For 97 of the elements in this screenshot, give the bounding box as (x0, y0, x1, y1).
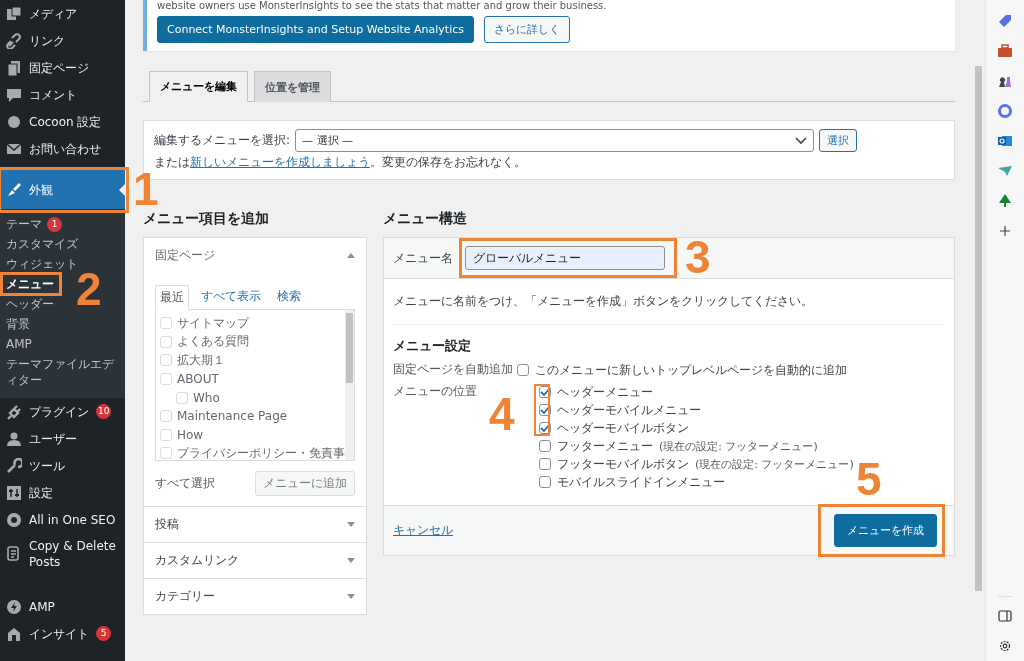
submenu-item[interactable]: テーマファイルエディター (0, 354, 125, 390)
sidebar-item[interactable]: プラグイン 10 (0, 398, 125, 425)
settings-icon (998, 639, 1012, 653)
comment-icon (6, 86, 22, 103)
callout-number: 3 (685, 234, 711, 280)
plug-icon (6, 403, 22, 420)
checkbox[interactable] (539, 476, 551, 488)
sidebar-item[interactable]: 固定ページ (0, 54, 125, 81)
submenu-item[interactable]: AMP (0, 334, 38, 354)
settings-icon (6, 484, 22, 501)
tab[interactable]: 位置を管理 (254, 71, 331, 102)
document-icon (6, 546, 22, 562)
option-label: このメニューに新しいトップレベルページを自動的に追加 (535, 361, 847, 379)
sidebar-item[interactable]: Cocoon 設定 (0, 108, 125, 135)
wrench-icon (6, 457, 22, 474)
page-label: プライバシーポリシー・免責事 (177, 444, 345, 460)
learn-more-button[interactable]: さらに詳しく (484, 16, 570, 43)
connect-button[interactable]: Connect MonsterInsights and Setup Website Analytics (157, 16, 474, 43)
option-note: (現在の設定: フッターメニュー) (695, 456, 854, 472)
page-label: Maintenance Page (177, 409, 288, 424)
circle-icon (6, 113, 22, 130)
sidebar-item[interactable]: ツール (0, 452, 125, 479)
ring-icon (996, 102, 1014, 120)
count-badge: 1 (47, 216, 62, 232)
sidebar-panel-icon (998, 609, 1012, 623)
page-label: サイトマップ (177, 314, 249, 332)
submenu-item[interactable]: メニュー (0, 274, 60, 294)
menu-name-field[interactable]: グローバルメニュー (465, 246, 665, 270)
sidebar-item[interactable]: コメント (0, 81, 125, 108)
sidebar-item[interactable]: AMP (0, 593, 125, 620)
callout-frame (0, 272, 62, 296)
instruction-text: メニューに名前をつけ、「メニューを作成」ボタンをクリックしてください。 (393, 293, 814, 310)
submenu-item[interactable]: カスタマイズ (0, 234, 84, 254)
sidebar-item[interactable]: Copy & Delete Posts (0, 533, 125, 575)
tab[interactable]: メニューを編集 (149, 71, 248, 102)
sidebar-item[interactable]: インサイト 5 (0, 620, 125, 647)
create-menu-button[interactable]: メニューを作成 (834, 514, 937, 547)
sidebar-item[interactable]: リンク (0, 27, 125, 54)
option-label: ヘッダーモバイルメニュー (557, 401, 701, 419)
page-label: ABOUT (177, 372, 219, 387)
count-badge: 5 (96, 626, 111, 641)
checkbox[interactable] (539, 440, 551, 452)
select-button[interactable]: 選択 (819, 129, 858, 152)
caret-down-icon (347, 558, 355, 563)
pages-icon (6, 59, 22, 76)
bolt-icon (6, 598, 22, 615)
settings-heading: メニュー設定 (393, 337, 472, 355)
option-note: (現在の設定: フッターメニュー) (659, 438, 818, 454)
media-icon (6, 5, 22, 22)
checkbox[interactable] (539, 458, 551, 470)
sidebar-item[interactable]: All in One SEO (0, 506, 125, 533)
setting-label: メニューの位置 (393, 383, 478, 400)
submenu-item[interactable]: テーマ 1 (0, 214, 68, 234)
section-heading: メニュー構造 (383, 210, 468, 228)
setting-label: 固定ページを自動追加 (393, 361, 514, 378)
sidebar-item[interactable]: 設定 (0, 479, 125, 506)
option-label: ヘッダーモバイルボタン (557, 419, 689, 437)
page-label: Who (193, 390, 220, 405)
page-label: よくある質問 (177, 333, 249, 351)
brush-icon (6, 181, 22, 198)
option-label: ヘッダーメニュー (557, 383, 653, 401)
count-badge: 10 (96, 404, 112, 419)
option-label: フッターモバイルボタン (557, 455, 689, 473)
sidebar-item[interactable]: ユーザー (0, 425, 125, 452)
page-label: How (177, 427, 204, 442)
hint-text: 。変更の保存をお忘れなく。 (370, 155, 526, 169)
cancel-link[interactable]: キャンセル (393, 522, 453, 539)
link-icon (6, 32, 22, 49)
section-heading: メニュー項目を追加 (143, 210, 270, 228)
sidebar-item[interactable]: メディア (0, 0, 125, 27)
sidebar-item[interactable]: お問い合わせ (0, 135, 125, 162)
briefcase-icon (996, 42, 1014, 60)
submenu-item[interactable]: ヘッダー (0, 294, 60, 314)
create-menu-link[interactable]: 新しいメニューを作成しましょう (190, 155, 370, 169)
accordion-header[interactable]: 投稿 (144, 507, 366, 542)
menu-dropdown[interactable]: — 選択 — (295, 129, 815, 152)
field-label: メニュー名 (393, 249, 453, 267)
callout-frame (534, 384, 550, 436)
caret-up-icon (347, 253, 355, 258)
user-icon (6, 430, 22, 447)
checkbox[interactable] (517, 364, 529, 376)
callout-number: 4 (489, 391, 515, 437)
callout-number: 5 (856, 456, 882, 502)
hint-text: または (154, 155, 190, 169)
tree-icon (996, 192, 1014, 210)
submenu-item[interactable]: 背景 (0, 314, 36, 334)
option-label: モバイルスライドインメニュー (557, 473, 725, 491)
accordion-header[interactable]: カスタムリンク (144, 543, 366, 578)
caret-down-icon (347, 522, 355, 527)
sidebar-item[interactable]: 外観 (0, 170, 125, 209)
option-label: フッターメニュー (557, 437, 653, 455)
caret-down-icon (347, 594, 355, 599)
chevron-down-icon (795, 136, 808, 145)
page-label: 拡大期１ (177, 352, 225, 369)
select-label: 編集するメニューを選択: (154, 132, 291, 149)
notice-text: website owners use MonsterInsights to see the stats that matter and grow their business. (157, 0, 608, 12)
accordion-header[interactable]: カテゴリー (144, 579, 366, 614)
